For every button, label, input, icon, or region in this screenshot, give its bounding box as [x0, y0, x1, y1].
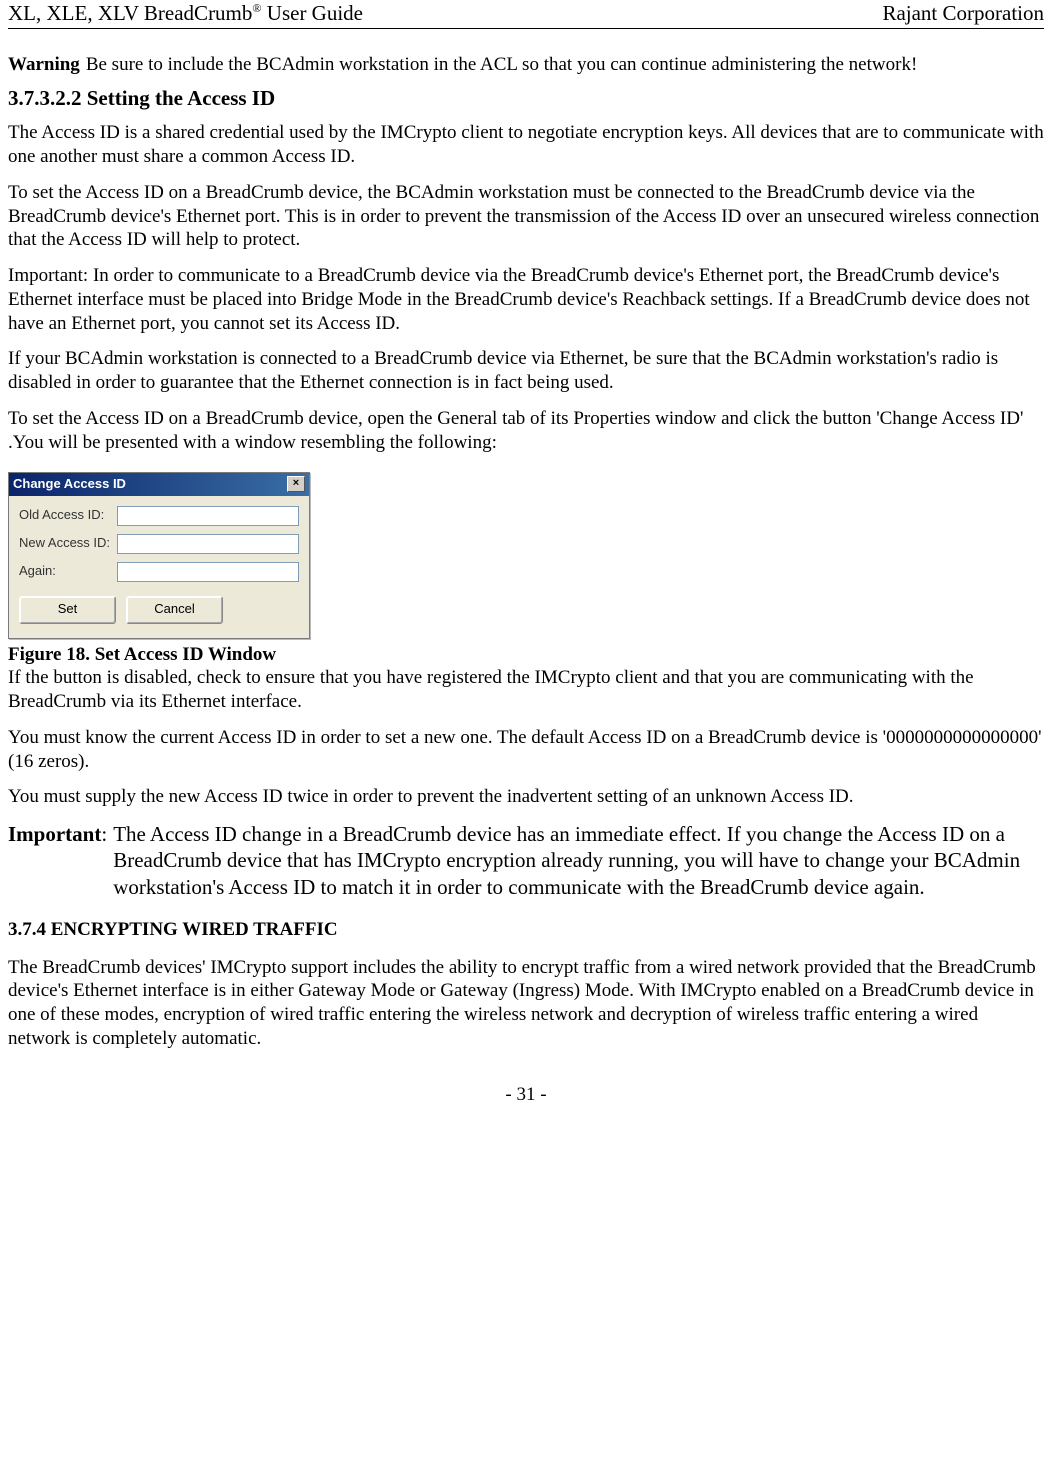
page-header: XL, XLE, XLV BreadCrumb® User Guide Raja…	[8, 0, 1044, 28]
body-paragraph: The Access ID is a shared credential use…	[8, 121, 1044, 169]
header-rule	[8, 28, 1044, 29]
warning-block: Warning Be sure to include the BCAdmin w…	[8, 53, 1044, 77]
dialog-title: Change Access ID	[13, 476, 126, 492]
body-paragraph: The BreadCrumb devices' IMCrypto support…	[8, 956, 1044, 1051]
important-text: The Access ID change in a BreadCrumb dev…	[107, 821, 1044, 900]
dialog-body: Old Access ID: New Access ID: Again: Set…	[9, 496, 309, 638]
header-left-post: User Guide	[262, 1, 363, 25]
body-paragraph: Important: In order to communicate to a …	[8, 264, 1044, 335]
dialog-row-old: Old Access ID:	[19, 506, 299, 526]
figure-caption: Figure 18. Set Access ID Window	[8, 643, 1044, 667]
body-paragraph: You must know the current Access ID in o…	[8, 726, 1044, 774]
section-heading-encrypting: 3.7.4 ENCRYPTING WIRED TRAFFIC	[8, 918, 1044, 942]
warning-label: Warning	[8, 53, 86, 77]
important-label: Important	[8, 822, 101, 846]
header-left-pre: XL, XLE, XLV BreadCrumb	[8, 1, 252, 25]
trademark-sup: ®	[252, 1, 261, 15]
old-access-id-label: Old Access ID:	[19, 507, 117, 523]
warning-text: Be sure to include the BCAdmin workstati…	[86, 53, 917, 77]
close-button[interactable]: ×	[287, 476, 305, 492]
old-access-id-input[interactable]	[117, 506, 299, 526]
dialog-row-again: Again:	[19, 562, 299, 582]
change-access-id-dialog: Change Access ID × Old Access ID: New Ac…	[8, 472, 310, 638]
body-paragraph: You must supply the new Access ID twice …	[8, 785, 1044, 809]
new-access-id-label: New Access ID:	[19, 535, 117, 551]
again-label: Again:	[19, 563, 117, 579]
section-heading-access-id: 3.7.3.2.2 Setting the Access ID	[8, 85, 1044, 111]
set-button[interactable]: Set	[19, 596, 116, 624]
dialog-titlebar: Change Access ID ×	[9, 473, 309, 495]
header-left: XL, XLE, XLV BreadCrumb® User Guide	[8, 0, 363, 26]
cancel-button[interactable]: Cancel	[126, 596, 223, 624]
body-paragraph: To set the Access ID on a BreadCrumb dev…	[8, 181, 1044, 252]
dialog-row-new: New Access ID:	[19, 534, 299, 554]
again-input[interactable]	[117, 562, 299, 582]
new-access-id-input[interactable]	[117, 534, 299, 554]
body-paragraph: If the button is disabled, check to ensu…	[8, 666, 1044, 714]
header-right: Rajant Corporation	[882, 0, 1044, 26]
important-label-wrap: Important:	[8, 821, 107, 900]
important-block: Important: The Access ID change in a Bre…	[8, 821, 1044, 900]
body-paragraph: To set the Access ID on a BreadCrumb dev…	[8, 407, 1044, 455]
body-paragraph: If your BCAdmin workstation is connected…	[8, 347, 1044, 395]
page-number: - 31 -	[8, 1083, 1044, 1107]
dialog-button-row: Set Cancel	[19, 590, 299, 632]
